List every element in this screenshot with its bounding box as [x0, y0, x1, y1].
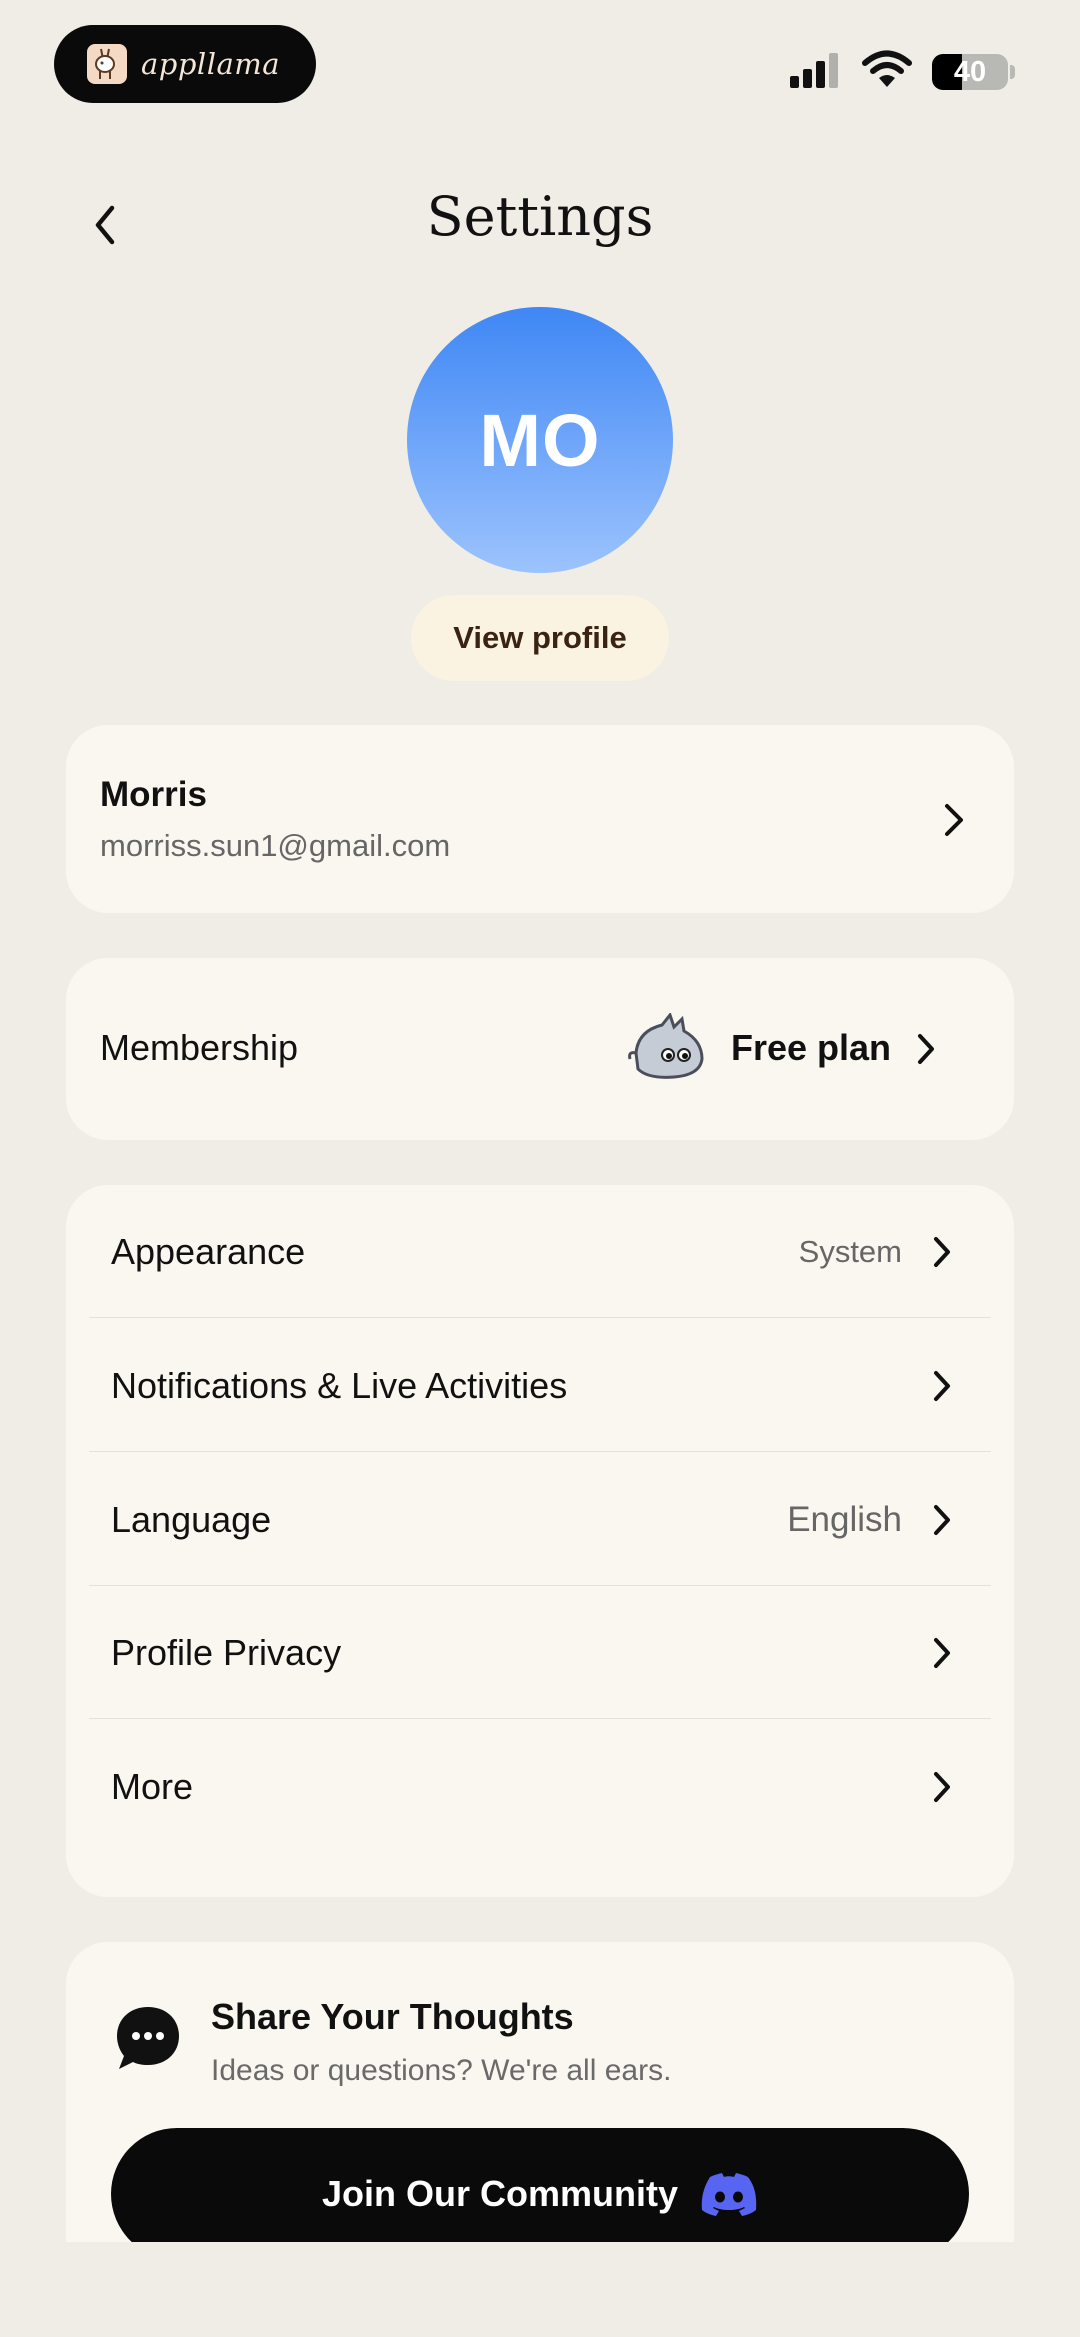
settings-row-language[interactable]: Language English [66, 1453, 1014, 1586]
mascot-icon [628, 1013, 704, 1079]
divider [89, 1718, 991, 1719]
divider [89, 1317, 991, 1318]
chevron-right-icon [934, 1370, 950, 1401]
row-value: English [787, 1499, 902, 1539]
row-value: System [798, 1233, 902, 1269]
settings-row-more[interactable]: More [66, 1720, 1014, 1853]
chat-bubble-icon [117, 2007, 179, 2069]
row-label: More [111, 1765, 194, 1807]
community-subtitle: Ideas or questions? We're all ears. [211, 2054, 672, 2087]
membership-label: Membership [100, 1027, 299, 1068]
account-email: morriss.sun1@gmail.com [100, 828, 451, 863]
signal-icon [790, 53, 838, 88]
wifi-icon [862, 50, 912, 87]
row-label: Language [111, 1498, 272, 1540]
app-name: appllama [141, 47, 281, 81]
divider [89, 1451, 991, 1452]
view-profile-button[interactable]: View profile [411, 595, 669, 681]
battery-indicator: 40 [932, 54, 1008, 90]
chevron-right-icon [934, 1771, 950, 1802]
account-name: Morris [100, 775, 207, 814]
chevron-right-icon [934, 1236, 950, 1267]
row-label: Profile Privacy [111, 1631, 342, 1673]
join-community-button[interactable]: Join Our Community [111, 2128, 969, 2242]
membership-card[interactable]: Membership Free plan [66, 958, 1014, 1140]
join-community-label: Join Our Community [321, 2173, 678, 2214]
settings-list: Appearance System Notifications & Live A… [66, 1185, 1014, 1897]
chevron-right-icon [934, 1637, 950, 1668]
battery-tip [1010, 65, 1015, 79]
settings-row-notifications[interactable]: Notifications & Live Activities [66, 1319, 1014, 1452]
page-title: Settings [426, 185, 654, 248]
app-banner[interactable]: appllama [54, 25, 316, 103]
chevron-right-icon [934, 1504, 950, 1535]
settings-row-profile-privacy[interactable]: Profile Privacy [66, 1586, 1014, 1719]
chevron-right-icon [918, 1034, 934, 1064]
row-label: Appearance [111, 1230, 306, 1272]
avatar-initials: MO [479, 398, 601, 482]
community-card: Share Your Thoughts Ideas or questions? … [66, 1942, 1014, 2242]
settings-row-appearance[interactable]: Appearance System [66, 1185, 1014, 1318]
account-card[interactable]: Morris morriss.sun1@gmail.com [66, 725, 1014, 913]
plan-name: Free plan [731, 1027, 892, 1068]
chevron-right-icon [945, 804, 963, 836]
discord-icon [701, 2173, 757, 2216]
community-title: Share Your Thoughts [211, 1996, 574, 2037]
row-label: Notifications & Live Activities [111, 1364, 568, 1406]
avatar[interactable]: MO [407, 307, 673, 573]
app-logo-icon [87, 44, 127, 84]
